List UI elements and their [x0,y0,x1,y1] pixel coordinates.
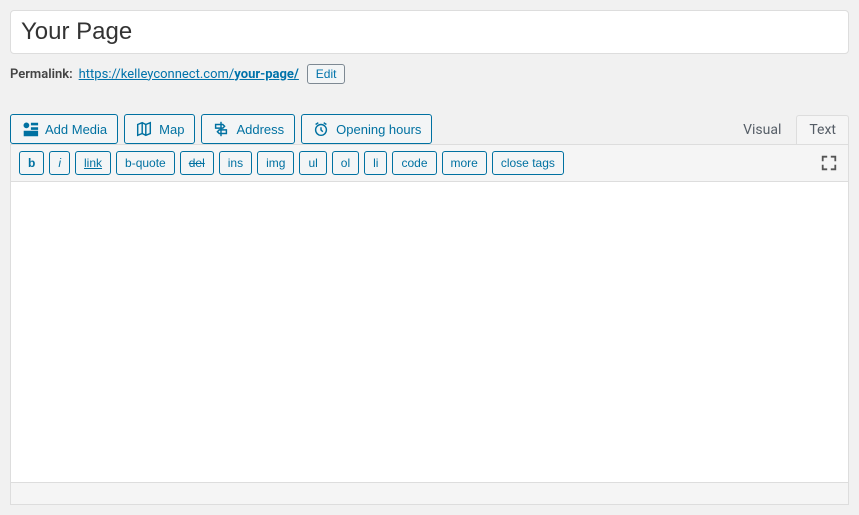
qt-code-button[interactable]: code [392,151,436,175]
editor-footer-bar [11,482,848,504]
address-button[interactable]: Address [201,114,295,144]
qt-link-button[interactable]: link [75,151,111,175]
qt-del-button[interactable]: del [180,151,214,175]
add-media-button[interactable]: Add Media [10,114,118,144]
qt-img-button[interactable]: img [257,151,294,175]
qt-li-button[interactable]: li [364,151,387,175]
tab-text[interactable]: Text [796,115,849,144]
opening-hours-button[interactable]: Opening hours [301,114,432,144]
media-icon [21,120,39,138]
qt-ins-button[interactable]: ins [219,151,252,175]
permalink-label: Permalink: [10,67,73,82]
map-icon [135,120,153,138]
opening-hours-label: Opening hours [336,122,421,137]
add-media-label: Add Media [45,122,107,137]
permalink-slug: your-page/ [234,67,299,82]
address-label: Address [236,122,284,137]
qt-bquote-button[interactable]: b-quote [116,151,175,175]
map-label: Map [159,122,184,137]
permalink-row: Permalink: https://kelleyconnect.com/you… [10,64,849,84]
qt-close-tags-button[interactable]: close tags [492,151,564,175]
qt-ol-button[interactable]: ol [332,151,359,175]
qt-italic-button[interactable]: i [49,151,70,175]
editor-box: b i link b-quote del ins img ul ol li co… [10,144,849,505]
clock-icon [312,120,330,138]
map-button[interactable]: Map [124,114,195,144]
qt-ul-button[interactable]: ul [299,151,326,175]
editor-tabs: Visual Text [728,115,849,144]
quicktags-toolbar: b i link b-quote del ins img ul ol li co… [11,145,848,182]
content-textarea[interactable] [11,182,848,482]
qt-bold-button[interactable]: b [19,151,44,175]
page-title-input[interactable] [10,10,849,54]
signpost-icon [212,120,230,138]
qt-more-button[interactable]: more [442,151,487,175]
permalink-edit-button[interactable]: Edit [307,64,346,84]
permalink-link[interactable]: https://kelleyconnect.com/your-page/ [79,67,299,82]
permalink-base: https://kelleyconnect.com/ [79,67,235,82]
fullscreen-icon[interactable] [818,152,840,174]
tab-visual[interactable]: Visual [730,115,794,144]
